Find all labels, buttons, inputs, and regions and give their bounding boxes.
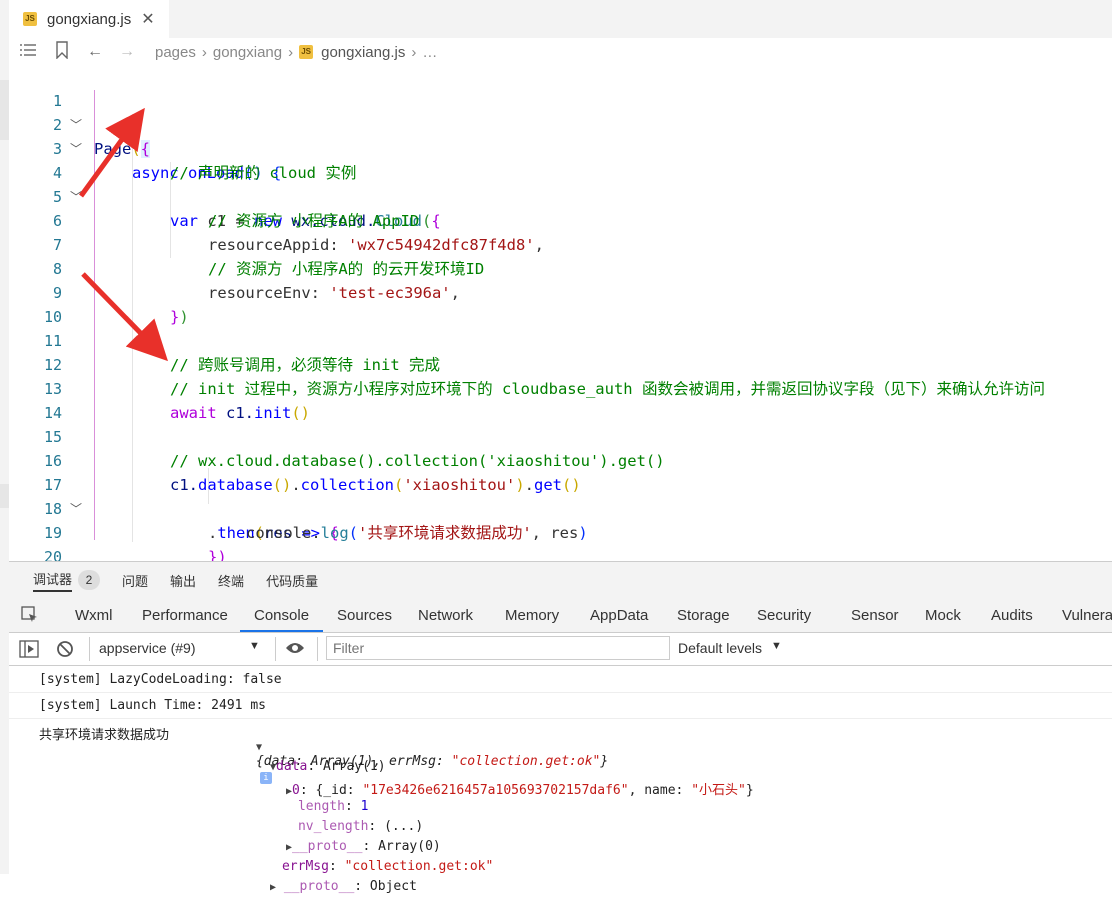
console-filter-input[interactable]	[326, 636, 670, 660]
arrow-to-await	[81, 272, 168, 362]
console-tree-row[interactable]: ▶ __proto__: Object	[223, 864, 417, 909]
chevron-right-icon: ›	[288, 43, 294, 61]
sidebar-toggle-icon[interactable]	[19, 640, 39, 661]
prop-value: , name:	[628, 783, 692, 798]
code-line: 18 console.log('共享环境请求数据成功', res)	[9, 473, 1112, 542]
js-file-icon: JS	[299, 45, 314, 59]
editor-tab-bar: JS gongxiang.js ✕	[9, 0, 1112, 38]
tab-memory[interactable]: Memory	[505, 598, 559, 632]
console-output: [system] LazyCodeLoading: false [system]…	[9, 666, 1112, 894]
crumb-file[interactable]: gongxiang.js	[321, 44, 405, 61]
outline-icon[interactable]	[19, 43, 37, 62]
tab-sources[interactable]: Sources	[337, 598, 392, 632]
tab-console[interactable]: Console	[240, 598, 324, 632]
tab-code-quality[interactable]: 代码质量	[266, 571, 318, 590]
strip-marker	[0, 110, 9, 140]
devtools-top-tabs: 调试器 2 问题 输出 终端 代码质量	[9, 562, 1112, 598]
code-line: 19 })	[9, 497, 1112, 561]
chevron-down-icon[interactable]: ▼	[771, 640, 782, 652]
chevron-down-icon[interactable]: ▼	[249, 640, 260, 652]
log-levels-select[interactable]: Default levels	[678, 640, 762, 656]
toolbar-divider	[317, 637, 318, 661]
console-toolbar: appservice (#9) ▼ Default levels ▼	[9, 633, 1112, 666]
back-arrow-icon[interactable]: ←	[87, 43, 103, 61]
tab-sensor[interactable]: Sensor	[851, 598, 899, 632]
tab-gongxiang-js[interactable]: JS gongxiang.js ✕	[9, 0, 169, 38]
devtools-panel: 调试器 2 问题 输出 终端 代码质量 Wxml Performance Con…	[9, 561, 1112, 894]
code-line: 17 ﹀ .then(res => {	[9, 449, 1112, 542]
tab-vulnerability[interactable]: Vulnera	[1062, 598, 1112, 632]
strip-marker	[0, 80, 9, 110]
tab-storage[interactable]: Storage	[677, 598, 730, 632]
breadcrumb: ← → pages › gongxiang › JS gongxiang.js …	[9, 38, 1112, 66]
crumb-gongxiang[interactable]: gongxiang	[213, 44, 282, 61]
tab-appdata[interactable]: AppData	[590, 598, 648, 632]
crumb-ellipsis[interactable]: …	[422, 44, 437, 61]
strip-marker	[0, 484, 9, 508]
tab-debugger[interactable]: 调试器	[33, 569, 73, 592]
tab-audits[interactable]: Audits	[991, 598, 1033, 632]
forward-arrow-icon[interactable]: →	[119, 43, 135, 61]
tab-security[interactable]: Security	[757, 598, 811, 632]
arrow-to-async	[78, 107, 145, 198]
clear-console-icon[interactable]	[56, 640, 74, 661]
tab-terminal[interactable]: 终端	[218, 571, 244, 590]
tab-mock[interactable]: Mock	[925, 598, 961, 632]
context-select[interactable]: appservice (#9)	[99, 640, 196, 656]
eye-icon[interactable]	[285, 641, 305, 658]
js-file-icon: JS	[23, 12, 37, 26]
console-message-label: 共享环境请求数据成功	[39, 728, 170, 743]
console-line: [system] LazyCodeLoading: false	[39, 672, 282, 687]
collapsed-triangle-icon[interactable]: ▶	[270, 882, 276, 893]
code-line: 16 c1.database().collection('xiaoshitou'…	[9, 425, 1112, 494]
prop-value: "小石头"	[691, 783, 746, 798]
close-icon[interactable]: ✕	[141, 9, 154, 29]
code-line: 15 // wx.cloud.database().collection('xi…	[9, 401, 1112, 470]
inspect-icon[interactable]	[21, 598, 39, 632]
crumb-pages[interactable]: pages	[155, 44, 196, 61]
console-separator	[9, 718, 1112, 719]
chevron-right-icon: ›	[201, 43, 207, 61]
tab-issues[interactable]: 问题	[122, 571, 148, 590]
tab-network[interactable]: Network	[418, 598, 473, 632]
console-separator	[9, 692, 1112, 693]
code-editor[interactable]: 1 ﹀ Page({ 2 ﹀ async onLoad() { 3 // 声明新…	[9, 66, 1112, 561]
toolbar-divider	[89, 637, 90, 661]
console-line: [system] Launch Time: 2491 ms	[39, 698, 266, 713]
prop-value: : Object	[354, 879, 417, 894]
toolbar-divider	[275, 637, 276, 661]
annotation-arrows	[78, 107, 168, 362]
devtools-panel-tabs: Wxml Performance Console Sources Network…	[9, 598, 1112, 633]
tab-label: gongxiang.js	[47, 10, 132, 28]
activity-strip	[0, 0, 9, 874]
chevron-right-icon: ›	[411, 43, 417, 61]
prop-value: "17e3426e6216457a105693702157daf6"	[362, 783, 629, 798]
code-line: 20 }	[9, 521, 1112, 561]
issue-count-badge: 2	[78, 570, 101, 590]
tab-output[interactable]: 输出	[170, 571, 196, 590]
code-line: 21 })	[9, 545, 1112, 561]
bookmark-icon[interactable]	[55, 40, 69, 64]
tab-wxml[interactable]: Wxml	[75, 598, 113, 632]
prop-key: __proto__	[283, 879, 355, 894]
prop-value: }	[745, 783, 754, 798]
tab-performance[interactable]: Performance	[142, 598, 228, 632]
